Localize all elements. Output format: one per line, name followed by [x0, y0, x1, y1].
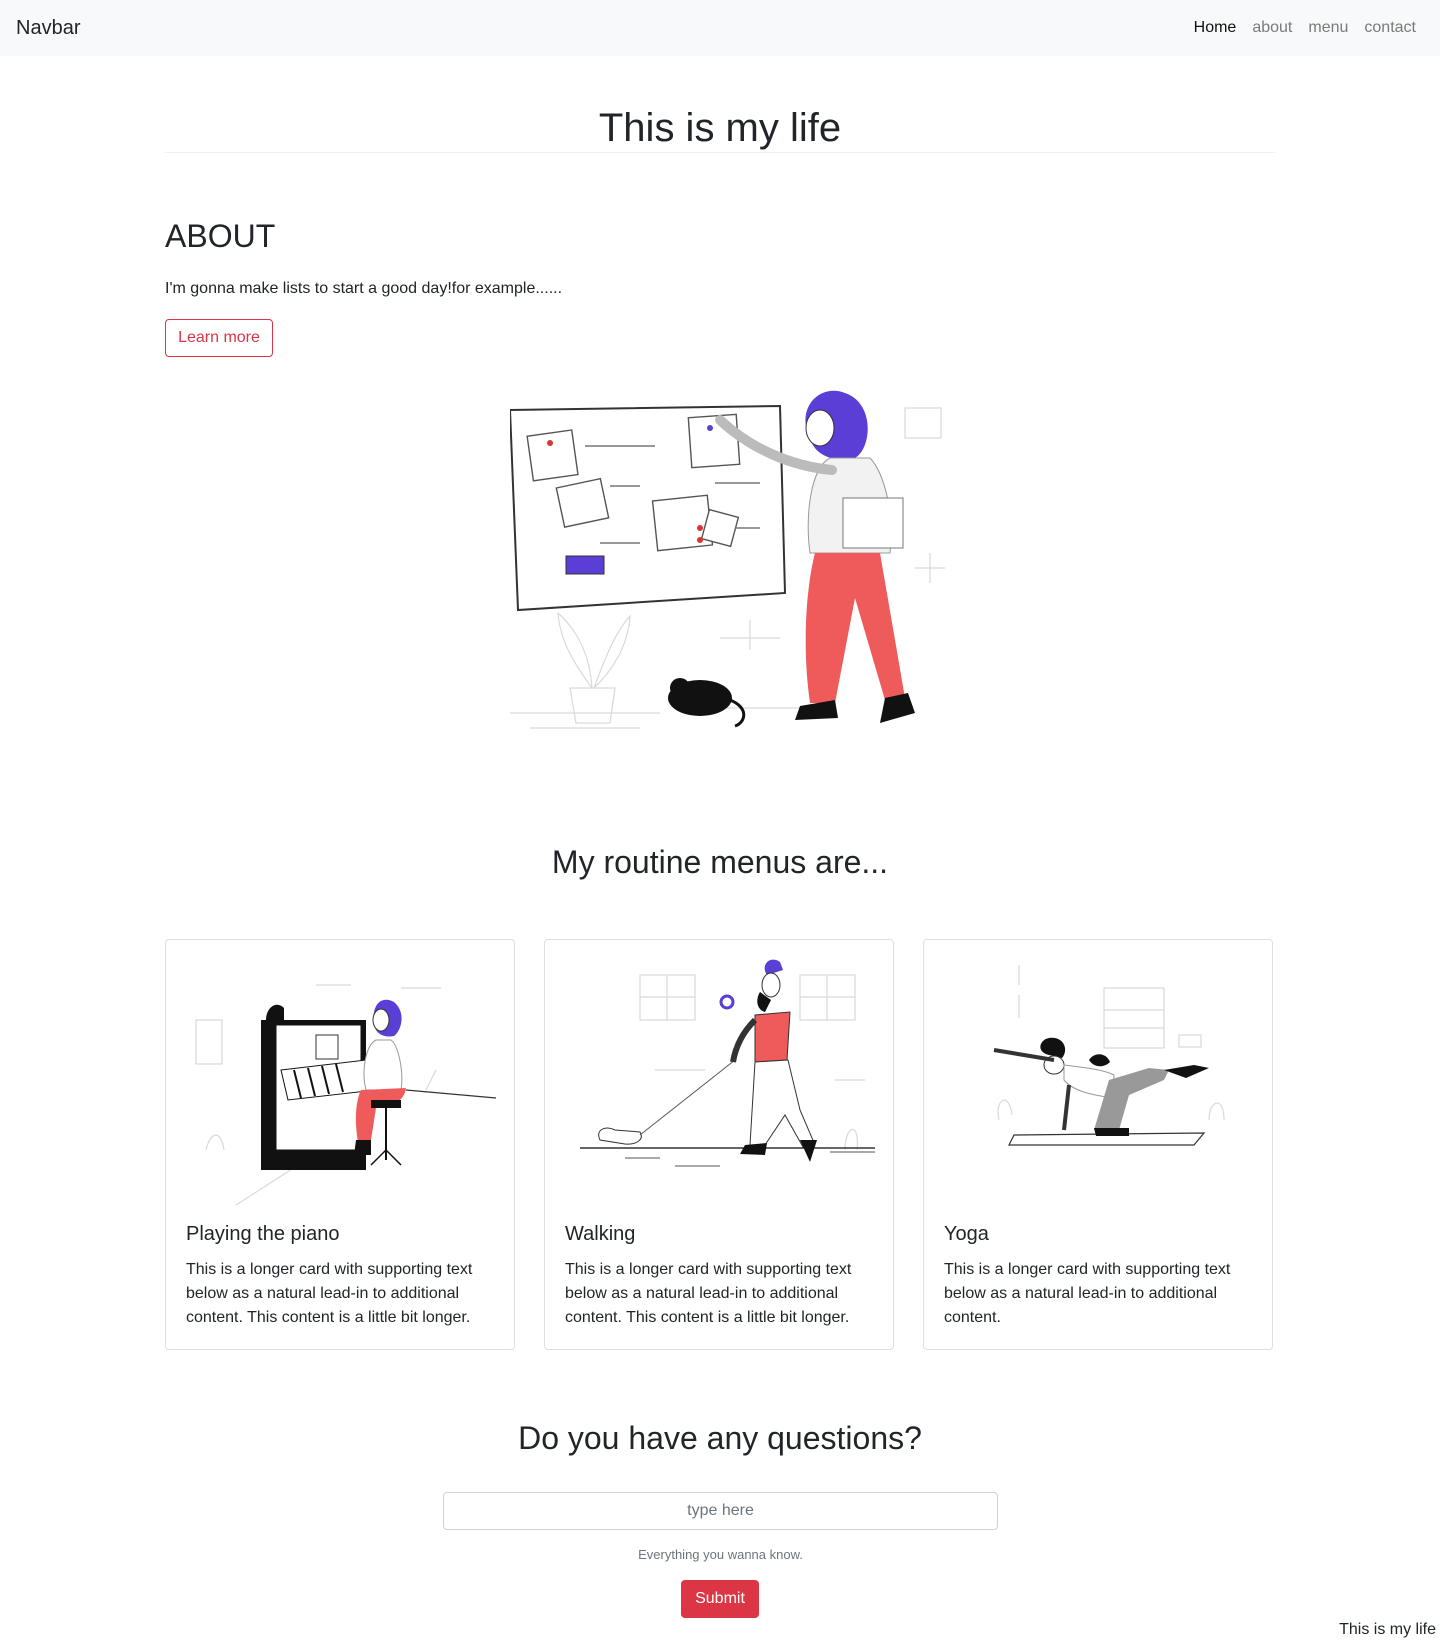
woman-at-pinboard-illustration [510, 390, 945, 729]
dog-walker-illustration [580, 959, 875, 1167]
about-text: I'm gonna make lists to start a good day… [165, 280, 563, 297]
piano-player-illustration [195, 984, 497, 1206]
nav-links: Home about menu contact [1186, 19, 1424, 37]
navbar-brand[interactable]: Navbar [16, 17, 80, 40]
nav-link-menu[interactable]: menu [1300, 19, 1356, 37]
card-title: Yoga [944, 1223, 989, 1245]
card-walking: Walking This is a longer card with suppo… [544, 939, 894, 1350]
yoga-pose-illustration [993, 965, 1225, 1146]
about-heading: ABOUT [165, 218, 276, 254]
navbar: Navbar Home about menu contact [0, 0, 1440, 56]
card-playing-piano: Playing the piano This is a longer card … [165, 939, 515, 1350]
submit-button[interactable]: Submit [681, 1580, 759, 1618]
nav-link-home[interactable]: Home [1186, 19, 1245, 37]
card-title: Playing the piano [186, 1223, 340, 1245]
card-text: This is a longer card with supporting te… [565, 1261, 852, 1326]
nav-link-about[interactable]: about [1244, 19, 1300, 37]
learn-more-button[interactable]: Learn more [165, 319, 273, 357]
card-text: This is a longer card with supporting te… [944, 1261, 1231, 1326]
page-title: This is my life [598, 106, 842, 150]
routine-heading: My routine menus are... [551, 844, 889, 880]
footer-text: This is my life [1339, 1621, 1436, 1638]
question-help-text: Everything you wanna know. [638, 1547, 803, 1562]
nav-link-contact[interactable]: contact [1356, 19, 1424, 37]
card-yoga: Yoga This is a longer card with supporti… [923, 939, 1273, 1350]
questions-heading: Do you have any questions? [518, 1420, 922, 1456]
card-text: This is a longer card with supporting te… [186, 1261, 473, 1326]
card-title: Walking [565, 1223, 636, 1245]
question-input[interactable] [443, 1492, 998, 1530]
title-divider [165, 152, 1275, 153]
